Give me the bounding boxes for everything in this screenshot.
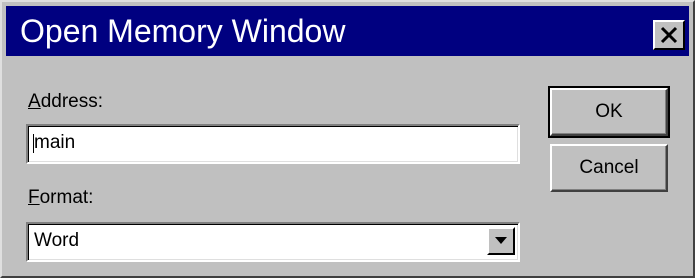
title-bar[interactable]: Open Memory Window xyxy=(6,6,689,56)
chevron-down-icon xyxy=(495,237,507,244)
format-dropdown-button[interactable] xyxy=(487,227,515,255)
format-select[interactable]: Word xyxy=(26,222,520,262)
format-label-text: ormat: xyxy=(39,187,94,208)
address-label: Address: xyxy=(28,90,103,114)
close-button[interactable] xyxy=(653,20,685,50)
format-label-mnemonic: F xyxy=(28,187,40,208)
ok-button[interactable]: OK xyxy=(548,86,670,138)
window-title: Open Memory Window xyxy=(20,13,346,49)
ok-button-label: OK xyxy=(595,101,623,122)
cancel-button[interactable]: Cancel xyxy=(550,144,668,192)
address-input-value: main xyxy=(34,132,76,153)
address-label-text: ddress: xyxy=(40,91,103,112)
close-icon xyxy=(660,26,678,44)
cancel-button-label: Cancel xyxy=(579,157,639,178)
address-input[interactable]: main xyxy=(26,124,520,164)
open-memory-window-dialog: Open Memory Window Address: main Format:… xyxy=(0,0,695,278)
format-label: Format: xyxy=(28,186,93,210)
format-selected-value: Word xyxy=(34,230,80,251)
address-label-mnemonic: A xyxy=(28,91,41,112)
